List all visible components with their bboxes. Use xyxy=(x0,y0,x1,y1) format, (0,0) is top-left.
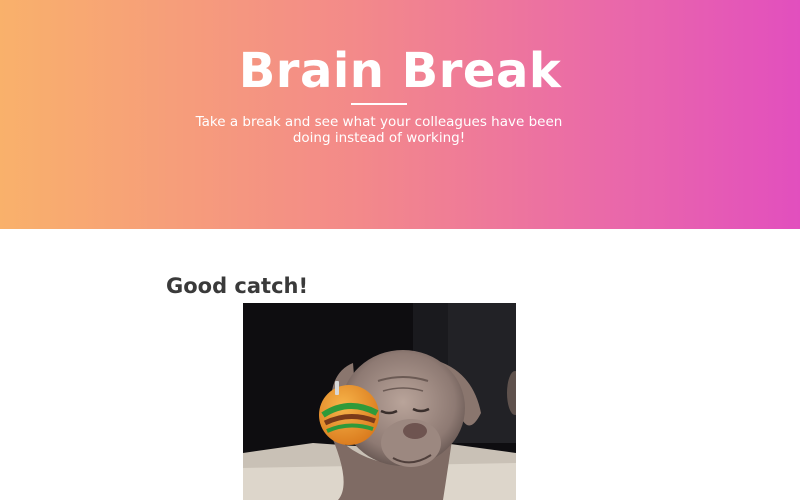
page-subtitle: Take a break and see what your colleague… xyxy=(195,114,563,146)
dog-gif xyxy=(243,303,516,500)
dog-with-toy-image xyxy=(243,303,516,500)
hero-banner: Brain Break Take a break and see what yo… xyxy=(0,0,800,229)
page-title: Brain Break xyxy=(238,43,562,99)
post-title: Good catch! xyxy=(166,274,309,298)
title-divider xyxy=(351,103,407,105)
